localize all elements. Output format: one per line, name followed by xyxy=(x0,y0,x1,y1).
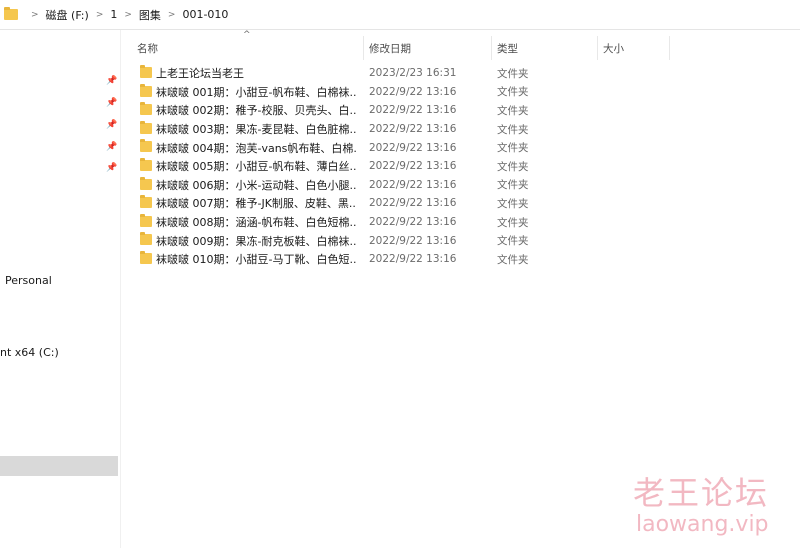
pin-icon: 📌 xyxy=(106,163,118,173)
folder-icon xyxy=(140,120,152,134)
list-item[interactable]: 袜啵啵 002期：稚予-校服、贝壳头、白... 2022/9/22 13:16 … xyxy=(121,101,800,120)
chevron-right-icon: > xyxy=(167,9,176,20)
nav-item-selected[interactable] xyxy=(0,456,118,476)
item-date: 2022/9/22 13:16 xyxy=(369,123,457,136)
column-divider[interactable] xyxy=(491,36,492,60)
item-type: 文件夹 xyxy=(497,104,529,117)
item-date: 2023/2/23 16:31 xyxy=(369,67,457,80)
breadcrumb-folder-gallery[interactable]: 图集 xyxy=(139,7,161,23)
chevron-right-icon: > xyxy=(124,9,132,20)
item-name: 袜啵啵 010期：小甜豆-马丁靴、白色短... xyxy=(156,253,356,267)
pin-icon: 📌 xyxy=(106,76,118,86)
column-divider[interactable] xyxy=(669,36,670,60)
column-header-type[interactable]: 类型 xyxy=(497,36,518,60)
item-date: 2022/9/22 13:16 xyxy=(369,197,457,210)
navigation-pane[interactable]: 📌 📌 📌 📌 📌 Personal nt x64 (C:) xyxy=(0,30,121,548)
list-item[interactable]: 袜啵啵 007期：稚予-JK制服、皮鞋、黑... 2022/9/22 13:16… xyxy=(121,194,800,213)
file-list: 上老王论坛当老王 2023/2/23 16:31 文件夹 袜啵啵 001期：小甜… xyxy=(121,64,800,269)
folder-icon xyxy=(140,250,152,264)
column-divider[interactable] xyxy=(597,36,598,60)
item-name: 袜啵啵 004期：泡芙-vans帆布鞋、白棉... xyxy=(156,141,356,155)
folder-icon xyxy=(140,176,152,190)
list-item[interactable]: 袜啵啵 010期：小甜豆-马丁靴、白色短... 2022/9/22 13:16 … xyxy=(121,250,800,269)
watermark-chinese: 老王论坛 xyxy=(633,474,770,512)
folder-icon xyxy=(4,7,18,20)
item-type: 文件夹 xyxy=(497,67,529,80)
list-item[interactable]: 袜啵啵 001期：小甜豆-帆布鞋、白棉袜... 2022/9/22 13:16 … xyxy=(121,83,800,102)
item-type: 文件夹 xyxy=(497,86,529,99)
breadcrumb-folder-1[interactable]: 1 xyxy=(110,8,117,21)
item-name: 袜啵啵 003期：果冻-麦昆鞋、白色脏棉... xyxy=(156,123,356,137)
item-date: 2022/9/22 13:16 xyxy=(369,253,457,266)
pin-icon: 📌 xyxy=(106,98,118,108)
folder-icon xyxy=(140,102,152,116)
list-item[interactable]: 袜啵啵 005期：小甜豆-帆布鞋、薄白丝... 2022/9/22 13:16 … xyxy=(121,157,800,176)
item-date: 2022/9/22 13:16 xyxy=(369,104,457,117)
list-item[interactable]: 上老王论坛当老王 2023/2/23 16:31 文件夹 xyxy=(121,64,800,83)
item-type: 文件夹 xyxy=(497,123,529,136)
item-type: 文件夹 xyxy=(497,235,529,248)
item-name: 袜啵啵 002期：稚予-校服、贝壳头、白... xyxy=(156,104,356,118)
item-date: 2022/9/22 13:16 xyxy=(369,141,457,154)
address-bar[interactable]: > 磁盘 (F:) > 1 > 图集 > 001-010 xyxy=(0,0,800,30)
item-name: 袜啵啵 007期：稚予-JK制服、皮鞋、黑... xyxy=(156,197,356,211)
pin-icon: 📌 xyxy=(106,120,118,130)
item-type: 文件夹 xyxy=(497,142,529,155)
chevron-right-icon: > xyxy=(31,9,39,20)
folder-icon xyxy=(140,213,152,227)
item-date: 2022/9/22 13:16 xyxy=(369,160,457,173)
pin-icon: 📌 xyxy=(106,142,118,152)
chevron-right-icon: > xyxy=(95,9,104,20)
item-name: 袜啵啵 005期：小甜豆-帆布鞋、薄白丝... xyxy=(156,160,356,174)
item-name: 袜啵啵 001期：小甜豆-帆布鞋、白棉袜... xyxy=(156,85,356,99)
item-date: 2022/9/22 13:16 xyxy=(369,234,457,247)
folder-icon xyxy=(140,139,152,153)
watermark-url: laowang.vip xyxy=(636,512,769,537)
item-name: 袜啵啵 009期：果冻-耐克板鞋、白棉袜... xyxy=(156,234,356,248)
column-divider[interactable] xyxy=(363,36,364,60)
item-type: 文件夹 xyxy=(497,179,529,192)
item-type: 文件夹 xyxy=(497,160,529,173)
list-item[interactable]: 袜啵啵 008期：涵涵-帆布鞋、白色短棉... 2022/9/22 13:16 … xyxy=(121,213,800,232)
column-header-size[interactable]: 大小 xyxy=(603,36,624,60)
breadcrumb-drive[interactable]: 磁盘 (F:) xyxy=(46,7,89,23)
folder-icon xyxy=(140,195,152,209)
item-date: 2022/9/22 13:16 xyxy=(369,178,457,191)
list-item[interactable]: 袜啵啵 004期：泡芙-vans帆布鞋、白棉... 2022/9/22 13:1… xyxy=(121,138,800,157)
sort-ascending-icon: ^ xyxy=(243,30,251,40)
nav-item-drive-c[interactable]: nt x64 (C:) xyxy=(0,346,59,359)
item-name: 袜啵啵 006期：小米-运动鞋、白色小腿... xyxy=(156,178,356,192)
item-type: 文件夹 xyxy=(497,216,529,229)
item-name: 上老王论坛当老王 xyxy=(156,67,244,81)
folder-icon xyxy=(140,65,152,78)
item-date: 2022/9/22 13:16 xyxy=(369,216,457,229)
list-item[interactable]: 袜啵啵 003期：果冻-麦昆鞋、白色脏棉... 2022/9/22 13:16 … xyxy=(121,120,800,139)
item-type: 文件夹 xyxy=(497,253,529,266)
list-item[interactable]: 袜啵啵 009期：果冻-耐克板鞋、白棉袜... 2022/9/22 13:16 … xyxy=(121,231,800,250)
item-type: 文件夹 xyxy=(497,197,529,210)
column-header-date[interactable]: 修改日期 xyxy=(369,36,411,60)
item-date: 2022/9/22 13:16 xyxy=(369,85,457,98)
folder-icon xyxy=(140,83,152,97)
breadcrumb-folder-current[interactable]: 001-010 xyxy=(182,8,228,21)
list-item[interactable]: 袜啵啵 006期：小米-运动鞋、白色小腿... 2022/9/22 13:16 … xyxy=(121,176,800,195)
item-name: 袜啵啵 008期：涵涵-帆布鞋、白色短棉... xyxy=(156,216,356,230)
folder-icon xyxy=(140,232,152,246)
column-header-name[interactable]: 名称 xyxy=(137,36,158,60)
folder-icon xyxy=(140,157,152,171)
nav-item-personal[interactable]: Personal xyxy=(5,274,52,287)
